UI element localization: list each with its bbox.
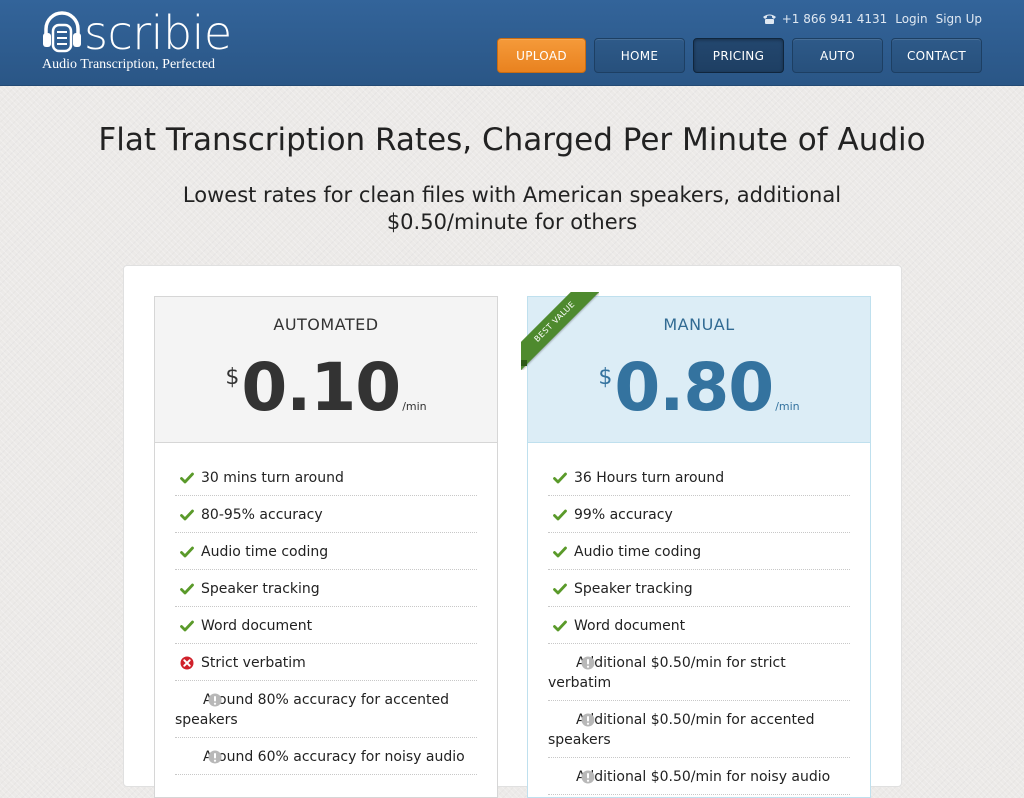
feature-list: 36 Hours turn around 99% accuracy Audio ti…: [528, 459, 870, 795]
feature-item: Around 80% accuracy for accented speaker…: [175, 681, 477, 738]
top-links: +1 866 941 4131 Login Sign Up: [762, 12, 982, 26]
check-icon: [180, 471, 194, 485]
logo-text: scribie: [84, 6, 232, 60]
feature-list: 30 mins turn around 80-95% accuracy Audio …: [155, 459, 497, 775]
feature-text: 99% accuracy: [574, 507, 673, 523]
feature-text: Speaker tracking: [574, 581, 693, 597]
phone-text: +1 866 941 4131: [781, 12, 888, 26]
plan-price: $ 0.10 /min: [155, 351, 497, 425]
nav-auto-button[interactable]: AUTO: [792, 38, 883, 73]
feature-item: Additional $0.50/min for strict verbatim: [548, 644, 850, 701]
check-icon: [553, 508, 567, 522]
nav-home-button[interactable]: HOME: [594, 38, 685, 73]
feature-item: 99% accuracy: [548, 496, 850, 533]
nav-pricing-button[interactable]: PRICING: [693, 38, 784, 73]
feature-text: Around 60% accuracy for noisy audio: [203, 749, 465, 765]
price-unit: /min: [775, 400, 800, 413]
info-icon: [180, 693, 222, 707]
info-icon: [553, 656, 595, 670]
feature-text: Word document: [201, 618, 313, 634]
plan-card-manual: MANUAL $ 0.80 /min 36 Hours turn around 9…: [527, 296, 871, 798]
check-icon: [180, 619, 194, 633]
main-nav: UPLOAD HOME PRICING AUTO CONTACT: [497, 38, 982, 73]
price-currency: $: [598, 365, 613, 390]
phone-number: +1 866 941 4131: [762, 12, 887, 26]
feature-text: 36 Hours turn around: [574, 470, 725, 486]
feature-item: 36 Hours turn around: [548, 459, 850, 496]
check-icon: [553, 471, 567, 485]
feature-text: 80-95% accuracy: [201, 507, 323, 523]
feature-item: Around 60% accuracy for noisy audio: [175, 738, 477, 775]
price-currency: $: [225, 365, 240, 390]
check-icon: [553, 619, 567, 633]
signup-link[interactable]: Sign Up: [936, 12, 982, 26]
phone-icon: [762, 14, 776, 24]
feature-item: Audio time coding: [175, 533, 477, 570]
check-icon: [553, 545, 567, 559]
cross-icon: [180, 656, 194, 670]
info-icon: [180, 750, 222, 764]
feature-text: Additional $0.50/min for noisy audio: [576, 769, 831, 785]
feature-item: Strict verbatim: [175, 644, 477, 681]
tagline: Audio Transcription, Perfected: [42, 57, 216, 72]
plan-card-automated: AUTOMATED $ 0.10 /min 30 mins turn aroun…: [154, 296, 498, 798]
feature-text: 30 mins turn around: [201, 470, 344, 486]
feature-item: Additional $0.50/min for accented speake…: [548, 701, 850, 758]
feature-item: Word document: [548, 607, 850, 644]
price-amount: 0.80: [614, 349, 774, 426]
check-icon: [180, 545, 194, 559]
site-header: scribie Audio Transcription, Perfected +…: [0, 0, 1024, 86]
plan-name: AUTOMATED: [273, 315, 379, 334]
page-title: Flat Transcription Rates, Charged Per Mi…: [98, 122, 926, 158]
best-value-ribbon: BEST VALUE: [521, 292, 599, 370]
feature-text: Speaker tracking: [201, 581, 320, 597]
feature-item: Audio time coding: [548, 533, 850, 570]
login-link[interactable]: Login: [895, 12, 927, 26]
feature-text: Audio time coding: [574, 544, 702, 560]
check-icon: [553, 582, 567, 596]
headphones-logo-icon: [43, 11, 81, 53]
logo[interactable]: scribie: [42, 8, 232, 58]
check-icon: [180, 508, 194, 522]
check-icon: [180, 582, 194, 596]
price-amount: 0.10: [241, 349, 401, 426]
feature-item: Speaker tracking: [548, 570, 850, 607]
feature-item: Speaker tracking: [175, 570, 477, 607]
feature-item: 30 mins turn around: [175, 459, 477, 496]
page-subtitle: Lowest rates for clean files with Americ…: [182, 183, 842, 234]
nav-contact-button[interactable]: CONTACT: [891, 38, 982, 73]
nav-upload-button[interactable]: UPLOAD: [497, 38, 586, 73]
feature-text: Strict verbatim: [201, 655, 306, 671]
feature-item: 80-95% accuracy: [175, 496, 477, 533]
feature-item: Additional $0.50/min for noisy audio: [548, 758, 850, 795]
info-icon: [553, 770, 595, 784]
info-icon: [553, 713, 595, 727]
feature-text: Word document: [574, 618, 686, 634]
price-unit: /min: [402, 400, 427, 413]
ribbon-label: BEST VALUE: [521, 292, 599, 370]
feature-text: Audio time coding: [201, 544, 329, 560]
ribbon-fold: [521, 360, 527, 366]
feature-item: Word document: [175, 607, 477, 644]
plan-header: AUTOMATED $ 0.10 /min: [155, 297, 497, 443]
